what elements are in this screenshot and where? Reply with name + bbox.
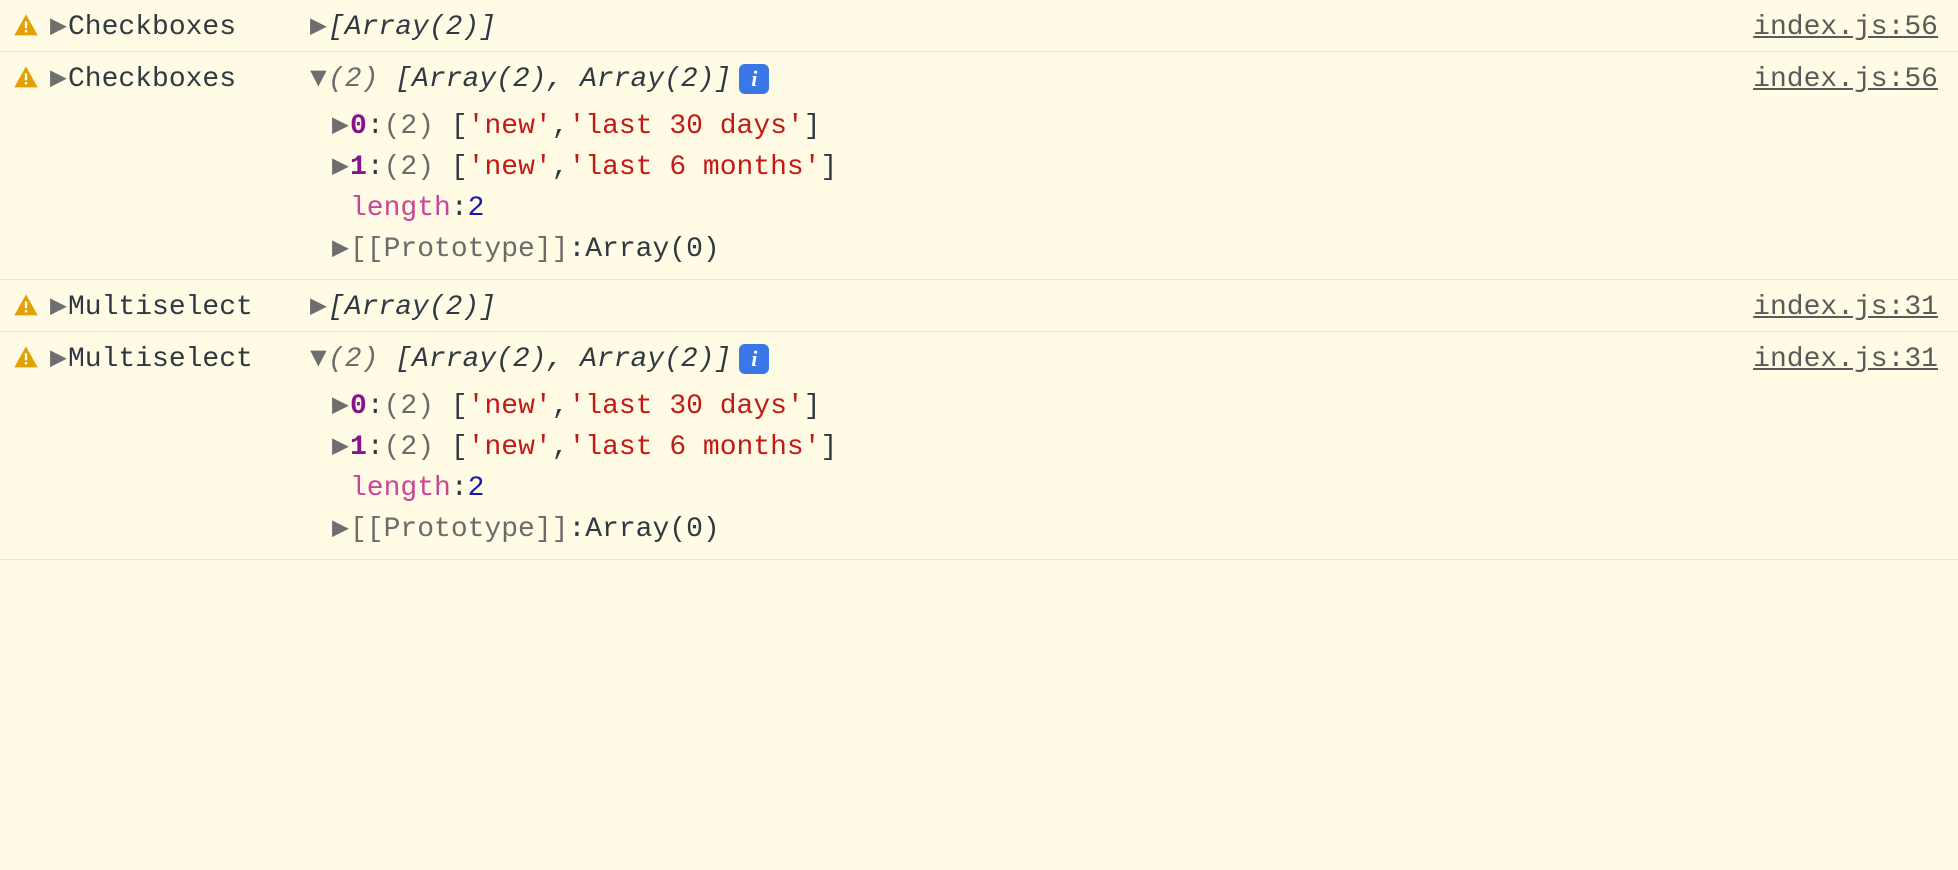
source-link[interactable]: index.js:56 <box>1753 64 1938 95</box>
colon: : <box>367 152 384 183</box>
string-value: 'last 6 months' <box>569 432 821 463</box>
object-count: (2) <box>328 64 378 95</box>
bracket-open: [ <box>451 111 468 142</box>
bracket-open: [ <box>451 391 468 422</box>
colon: : <box>367 432 384 463</box>
object-children: ▶ 0 : (2) [ 'new' , 'last 30 days' ] ▶ 1… <box>332 101 1938 271</box>
colon: : <box>367 111 384 142</box>
object-expand-toggle[interactable]: ▶ <box>310 8 326 43</box>
console-message-content: ▶ Multiselect ▶ [Array(2)] index.js:31 <box>50 288 1938 323</box>
prototype-key: [[Prototype]] <box>350 514 568 545</box>
object-summary: [Array(2)] <box>328 12 496 43</box>
item-count: (2) <box>384 152 434 183</box>
item-expand-toggle[interactable]: ▶ <box>332 510 348 545</box>
separator: , <box>552 111 569 142</box>
source-link[interactable]: index.js:56 <box>1753 12 1938 43</box>
colon: : <box>451 193 468 224</box>
object-expand-toggle[interactable]: ▼ <box>310 344 326 375</box>
array-item-row: ▶ 1 : (2) [ 'new' , 'last 6 months' ] <box>332 148 1938 183</box>
array-index: 0 <box>350 111 367 142</box>
prototype-value: Array(0) <box>585 514 719 545</box>
separator: , <box>552 152 569 183</box>
item-expand-toggle[interactable]: ▶ <box>332 148 348 183</box>
separator: , <box>552 391 569 422</box>
log-label: Multiselect <box>68 292 253 323</box>
expand-toggle[interactable]: ▶ <box>50 288 66 323</box>
object-summary: [Array(2)] <box>328 292 496 323</box>
console-warning-row: ▶ Multiselect ▶ [Array(2)] index.js:31 <box>0 280 1958 332</box>
item-expand-toggle[interactable]: ▶ <box>332 107 348 142</box>
source-link[interactable]: index.js:31 <box>1753 292 1938 323</box>
bracket-close: ] <box>821 432 838 463</box>
array-item-row: ▶ 1 : (2) [ 'new' , 'last 6 months' ] <box>332 428 1938 463</box>
length-key: length <box>350 193 451 224</box>
length-value: 2 <box>468 473 485 504</box>
array-item-row: ▶ 0 : (2) [ 'new' , 'last 30 days' ] <box>332 387 1938 422</box>
warning-icon <box>12 12 40 40</box>
warning-icon <box>12 64 40 92</box>
expand-toggle[interactable]: ▶ <box>50 60 66 95</box>
bracket-close: ] <box>804 391 821 422</box>
log-label: Checkboxes <box>68 64 236 95</box>
string-value: 'last 30 days' <box>569 391 804 422</box>
array-index: 1 <box>350 432 367 463</box>
expand-toggle[interactable]: ▶ <box>50 8 66 43</box>
array-item-row: ▶ 0 : (2) [ 'new' , 'last 30 days' ] <box>332 107 1938 142</box>
object-summary: [Array(2), Array(2)] <box>395 344 731 375</box>
colon: : <box>451 473 468 504</box>
console-warning-row: ▶ Multiselect ▼ (2) [Array(2), Array(2)]… <box>0 332 1958 560</box>
object-expand-toggle[interactable]: ▶ <box>310 288 326 323</box>
console-warning-row: ▶ Checkboxes ▼ (2) [Array(2), Array(2)] … <box>0 52 1958 280</box>
bracket-open: [ <box>451 152 468 183</box>
string-value: 'new' <box>468 152 552 183</box>
object-expand-toggle[interactable]: ▼ <box>310 64 326 95</box>
prototype-row: ▶ [[Prototype]] : Array(0) <box>332 510 1938 545</box>
log-label: Checkboxes <box>68 12 236 43</box>
length-row: ▶ length : 2 <box>332 469 1938 504</box>
expand-toggle[interactable]: ▶ <box>50 340 66 375</box>
item-expand-toggle[interactable]: ▶ <box>332 230 348 265</box>
info-icon[interactable]: i <box>739 64 769 94</box>
info-icon[interactable]: i <box>739 344 769 374</box>
item-count: (2) <box>384 111 434 142</box>
string-value: 'new' <box>468 432 552 463</box>
console-message-content: ▶ Checkboxes ▶ [Array(2)] index.js:56 <box>50 8 1938 43</box>
colon: : <box>367 391 384 422</box>
console-warning-row: ▶ Checkboxes ▶ [Array(2)] index.js:56 <box>0 0 1958 52</box>
prototype-key: [[Prototype]] <box>350 234 568 265</box>
prototype-value: Array(0) <box>585 234 719 265</box>
warning-icon <box>12 344 40 372</box>
source-link[interactable]: index.js:31 <box>1753 344 1938 375</box>
object-summary: [Array(2), Array(2)] <box>395 64 731 95</box>
string-value: 'new' <box>468 391 552 422</box>
bracket-open: [ <box>451 432 468 463</box>
length-key: length <box>350 473 451 504</box>
item-expand-toggle[interactable]: ▶ <box>332 387 348 422</box>
bracket-close: ] <box>821 152 838 183</box>
object-children: ▶ 0 : (2) [ 'new' , 'last 30 days' ] ▶ 1… <box>332 381 1938 551</box>
item-expand-toggle[interactable]: ▶ <box>332 428 348 463</box>
separator: , <box>552 432 569 463</box>
object-count: (2) <box>328 344 378 375</box>
colon: : <box>568 514 585 545</box>
array-index: 1 <box>350 152 367 183</box>
array-index: 0 <box>350 391 367 422</box>
warning-icon <box>12 292 40 320</box>
string-value: 'last 30 days' <box>569 111 804 142</box>
string-value: 'last 6 months' <box>569 152 821 183</box>
console-message-content: ▶ Checkboxes ▼ (2) [Array(2), Array(2)] … <box>50 60 1938 271</box>
string-value: 'new' <box>468 111 552 142</box>
colon: : <box>568 234 585 265</box>
length-row: ▶ length : 2 <box>332 189 1938 224</box>
length-value: 2 <box>468 193 485 224</box>
item-count: (2) <box>384 391 434 422</box>
item-count: (2) <box>384 432 434 463</box>
console-message-content: ▶ Multiselect ▼ (2) [Array(2), Array(2)]… <box>50 340 1938 551</box>
log-label: Multiselect <box>68 344 253 375</box>
bracket-close: ] <box>804 111 821 142</box>
prototype-row: ▶ [[Prototype]] : Array(0) <box>332 230 1938 265</box>
